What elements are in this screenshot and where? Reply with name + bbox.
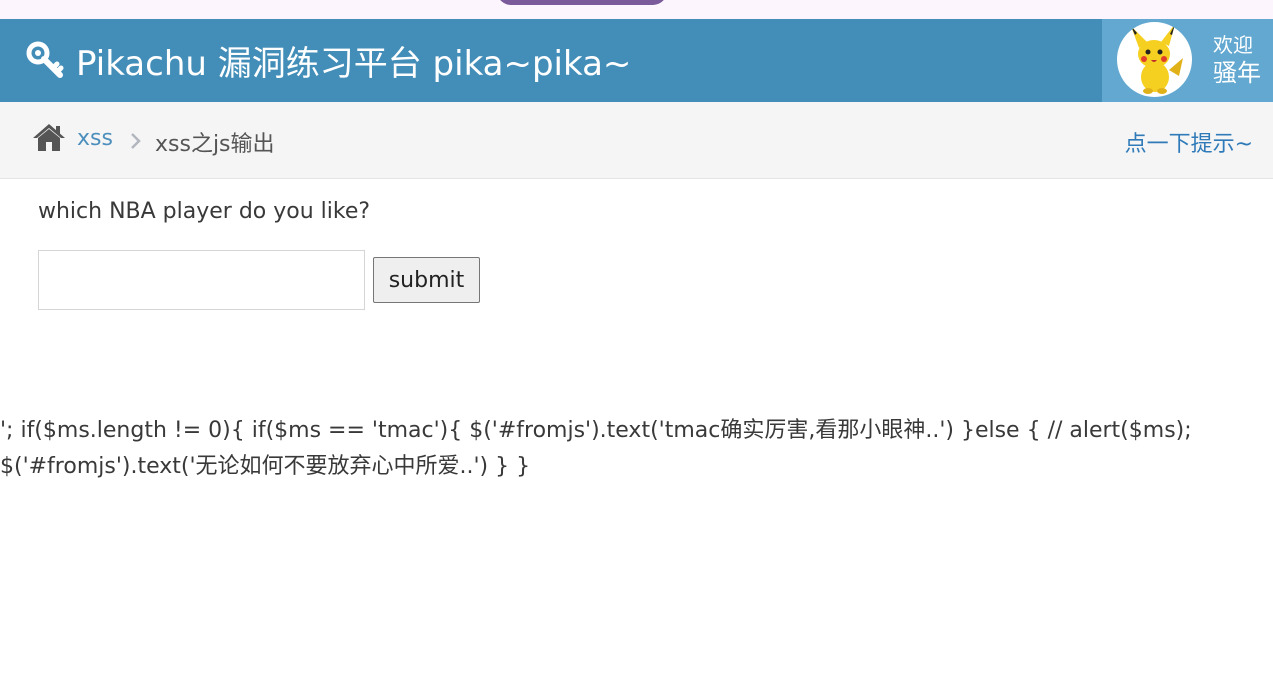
js-output-line-2: $('#fromjs').text('无论如何不要放弃心中所爱..') } } [0, 454, 531, 479]
js-output-text: '; if($ms.length != 0){ if($ms == 'tmac'… [0, 413, 1240, 485]
breadcrumb-link-xss[interactable]: xss [77, 126, 113, 151]
breadcrumb: xss xss之js输出 点一下提示~ [0, 102, 1273, 179]
brand[interactable]: Pikachu 漏洞练习平台 pika~pika~ [26, 37, 632, 84]
home-icon[interactable] [32, 122, 66, 156]
welcome-label: 欢迎 [1213, 33, 1253, 57]
chevron-right-icon [129, 132, 141, 154]
brand-title: Pikachu 漏洞练习平台 pika~pika~ [76, 43, 632, 84]
pikachu-avatar-icon [1131, 24, 1183, 94]
submit-button[interactable]: submit [373, 257, 480, 303]
player-name-input[interactable] [38, 250, 365, 310]
browser-top-strip [0, 0, 1273, 19]
key-icon [26, 41, 64, 78]
navbar: Pikachu 漏洞练习平台 pika~pika~ 欢迎 骚年 [0, 19, 1273, 102]
username: 骚年 [1213, 59, 1261, 87]
question-label: which NBA player do you like? [38, 199, 371, 224]
js-output-line-1: '; if($ms.length != 0){ if($ms == 'tmac'… [0, 418, 1192, 443]
welcome-text: 欢迎 骚年 [1213, 31, 1261, 87]
avatar [1117, 22, 1192, 97]
user-menu[interactable]: 欢迎 骚年 [1102, 19, 1273, 102]
hint-link[interactable]: 点一下提示~ [1125, 126, 1253, 158]
top-tab [497, 0, 667, 5]
breadcrumb-current: xss之js输出 [155, 132, 275, 157]
